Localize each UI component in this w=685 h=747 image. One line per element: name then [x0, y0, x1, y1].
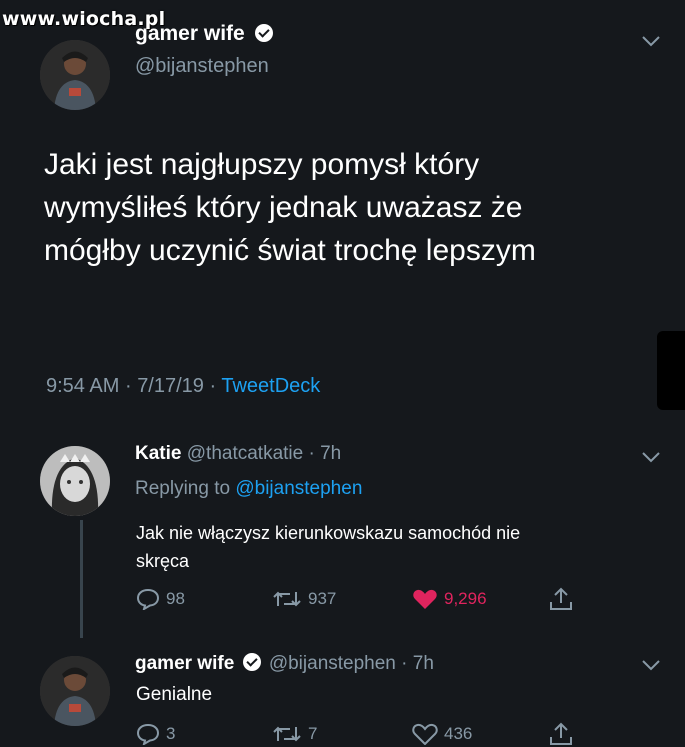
avatar[interactable]: [40, 656, 110, 726]
avatar[interactable]: [40, 40, 110, 110]
scrollbar-tab[interactable]: [657, 331, 685, 410]
reply-text: Jak nie włączysz kierunkowskazu samochód…: [136, 519, 520, 575]
reply-header: gamer wife @bijanstephen · 7h: [135, 653, 434, 675]
handle[interactable]: @bijanstephen: [269, 653, 396, 674]
heart-icon: [413, 589, 437, 609]
share-button[interactable]: [548, 586, 574, 612]
share-button[interactable]: [548, 721, 574, 747]
reply-text: Genialne: [136, 684, 213, 705]
reply-count: 3: [166, 724, 176, 743]
handle[interactable]: @bijanstephen: [135, 55, 269, 78]
like-count: 9,296: [444, 589, 487, 608]
share-icon: [550, 587, 572, 610]
display-name[interactable]: gamer wife: [135, 653, 234, 674]
avatar[interactable]: [40, 446, 110, 516]
retweet-count: 937: [308, 589, 337, 608]
reply-icon: [136, 588, 160, 610]
reply-header: Katie @thatcatkatie · 7h: [135, 443, 341, 465]
chevron-down-icon[interactable]: [640, 450, 662, 464]
tweet-age[interactable]: · 7h: [309, 443, 342, 464]
retweet-icon: [273, 591, 301, 607]
tweet-time[interactable]: 9:54 AM: [46, 375, 119, 397]
tweet-age[interactable]: · 7h: [401, 653, 434, 674]
retweet-count: 7: [308, 724, 318, 743]
tweet-text-line: Jaki jest najgłupszy pomysł który: [44, 148, 480, 181]
retweet-button[interactable]: 937: [272, 588, 336, 610]
like-button[interactable]: 9,296: [412, 588, 487, 610]
replying-to: Replying to @bijanstephen: [135, 478, 363, 499]
reply-button[interactable]: 98: [136, 588, 185, 610]
avatar-photo-icon: [40, 446, 110, 516]
chevron-down-icon[interactable]: [640, 34, 662, 48]
tweet-text-line: wymyśliłeś który jednak uważasz że: [44, 191, 523, 224]
reply-text-line: skręca: [136, 551, 190, 571]
reply-count: 98: [166, 589, 185, 608]
avatar-photo-icon: [40, 656, 110, 726]
replying-to-link[interactable]: @bijanstephen: [235, 478, 362, 499]
tweet-text-line: mógłby uczynić świat trochę lepszym: [44, 234, 536, 267]
chevron-down-icon[interactable]: [640, 658, 662, 672]
tweet-date[interactable]: 7/17/19: [137, 375, 204, 397]
verified-badge-icon: [254, 24, 273, 42]
reply-text-line: Jak nie włączysz kierunkowskazu samochód…: [136, 523, 521, 543]
share-icon: [550, 722, 572, 745]
thread-connector: [80, 520, 83, 638]
avatar-photo-icon: [40, 40, 110, 110]
watermark: www.wiocha.pl: [2, 8, 166, 30]
tweet-source-link[interactable]: TweetDeck: [221, 375, 320, 397]
tweet-text: Jaki jest najgłupszy pomysł który wymyśl…: [44, 143, 536, 272]
display-name[interactable]: Katie: [135, 443, 181, 464]
like-count: 436: [444, 724, 473, 743]
verified-badge-icon: [242, 653, 261, 671]
handle[interactable]: @thatcatkatie: [187, 443, 303, 464]
tweet-meta: 9:54 AM · 7/17/19 · TweetDeck: [46, 375, 321, 397]
